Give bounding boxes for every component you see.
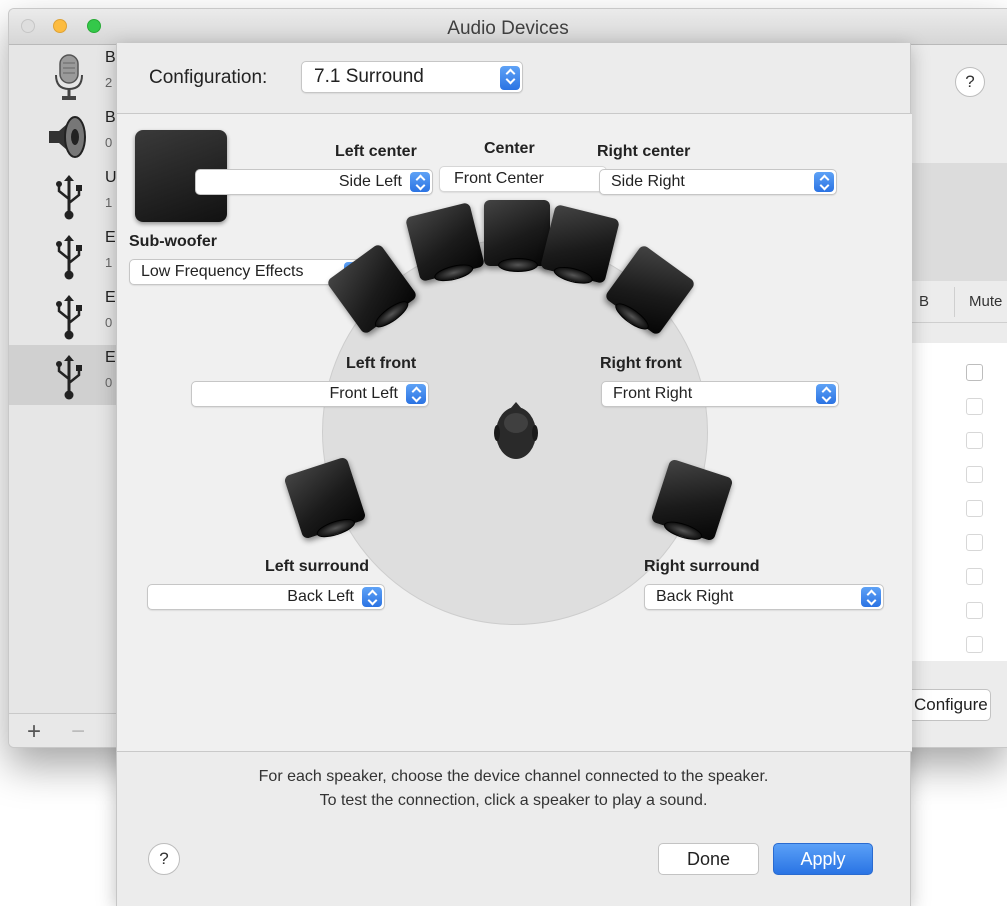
sheet-help-button[interactable]: ? [148, 843, 180, 875]
chevron-updown-icon [816, 384, 836, 404]
center-speaker[interactable] [484, 200, 550, 272]
configuration-value: 7.1 Surround [314, 66, 424, 87]
device-sidebar: B 2 B 0 U 1 El 1 El 0 El 0 [9, 45, 119, 713]
chevron-updown-icon [500, 66, 520, 90]
chevron-updown-icon [406, 384, 426, 404]
remove-device-button[interactable]: − [71, 718, 85, 746]
chevron-updown-icon [814, 172, 834, 192]
speaker-layout-area: Sub-woofer Low Frequency Effects Left ce… [117, 114, 912, 751]
center-label: Center [484, 140, 535, 157]
mute-checkbox[interactable] [966, 364, 983, 381]
device-name: B [105, 49, 116, 66]
usb-icon [56, 295, 82, 340]
microphone-icon [55, 54, 83, 100]
instructions-line-1: For each speaker, choose the device chan… [258, 768, 769, 785]
column-separator [954, 287, 955, 317]
device-channels: 0 [105, 135, 113, 150]
left-surround-label: Left surround [265, 558, 369, 575]
right-surround-channel-popup[interactable]: Back Right [644, 584, 884, 610]
device-format-panel [911, 163, 1007, 281]
device-channels: 1 [105, 255, 113, 270]
usb-icon [56, 355, 82, 400]
channel-table [911, 343, 1007, 661]
device-name: U [105, 169, 117, 186]
window-title: Audio Devices [447, 18, 569, 39]
device-list-item[interactable]: U 1 [9, 165, 119, 225]
usb-icon [56, 175, 82, 220]
device-list-item[interactable]: El 0 [9, 285, 119, 345]
left-center-channel-value: Side Left [338, 173, 402, 190]
right-center-label: Right center [597, 143, 691, 160]
mute-checkbox[interactable] [966, 568, 983, 585]
device-list-item[interactable]: El 1 [9, 225, 119, 285]
right-center-channel-popup[interactable]: Side Right [599, 169, 837, 195]
left-center-speaker[interactable] [404, 201, 486, 283]
left-front-channel-value: Front Left [329, 385, 398, 402]
mute-checkbox[interactable] [966, 602, 983, 619]
configuration-popup[interactable]: 7.1 Surround [301, 61, 523, 93]
mute-checkbox[interactable] [966, 432, 983, 449]
instructions-line-2: To test the connection, click a speaker … [319, 792, 708, 809]
device-list-item[interactable]: B 0 [9, 105, 119, 165]
chevron-updown-icon [861, 587, 881, 607]
left-surround-channel-popup[interactable]: Back Left [147, 584, 385, 610]
configure-speakers-sheet: Configuration: 7.1 Surround Sub-woofer L… [116, 43, 912, 906]
left-center-channel-popup[interactable]: Side Left [195, 169, 433, 195]
done-button[interactable]: Done [658, 843, 759, 875]
right-front-channel-value: Front Right [613, 385, 693, 402]
device-channels: 2 [105, 75, 113, 90]
mute-checkbox[interactable] [966, 398, 983, 415]
left-surround-channel-value: Back Left [287, 588, 354, 605]
column-header-mute: Mute [969, 293, 1003, 310]
left-front-label: Left front [346, 355, 417, 372]
apply-button[interactable]: Apply [773, 843, 873, 875]
divider [117, 751, 912, 752]
configure-speakers-label: Configure Speakers... [914, 695, 988, 714]
right-surround-channel-value: Back Right [656, 588, 734, 605]
speaker-icon [49, 116, 86, 158]
right-front-label: Right front [600, 355, 682, 372]
channel-table-header: B Mute [911, 281, 1007, 323]
device-list-item-selected[interactable]: El 0 [9, 345, 119, 405]
help-button[interactable]: ? [955, 67, 985, 97]
device-channels: 1 [105, 195, 113, 210]
left-center-label: Left center [335, 143, 417, 160]
subwoofer-label: Sub-woofer [129, 233, 217, 250]
device-channels: 0 [105, 315, 113, 330]
center-channel-popup[interactable]: Front Center [439, 166, 607, 192]
chevron-updown-icon [362, 587, 382, 607]
add-device-button[interactable]: + [27, 718, 41, 746]
title-bar: Audio Devices [9, 9, 1007, 45]
mute-checkbox[interactable] [966, 466, 983, 483]
right-center-channel-value: Side Right [611, 173, 685, 190]
configuration-label: Configuration: [149, 67, 268, 88]
left-front-channel-popup[interactable]: Front Left [191, 381, 429, 407]
mute-checkbox[interactable] [966, 534, 983, 551]
mute-checkbox[interactable] [966, 636, 983, 653]
sidebar-footer: + − [9, 713, 119, 747]
mute-checkbox[interactable] [966, 500, 983, 517]
right-front-channel-popup[interactable]: Front Right [601, 381, 839, 407]
device-name: B [105, 109, 116, 126]
device-list-item[interactable]: B 2 [9, 45, 119, 105]
subwoofer-channel-value: Low Frequency Effects [141, 263, 304, 280]
listener-head-icon [494, 402, 538, 459]
device-channels: 0 [105, 375, 113, 390]
right-surround-label: Right surround [644, 558, 760, 575]
column-header-db: B [919, 293, 930, 310]
center-channel-value: Front Center [454, 170, 544, 187]
chevron-updown-icon [410, 172, 430, 192]
usb-icon [56, 235, 82, 280]
